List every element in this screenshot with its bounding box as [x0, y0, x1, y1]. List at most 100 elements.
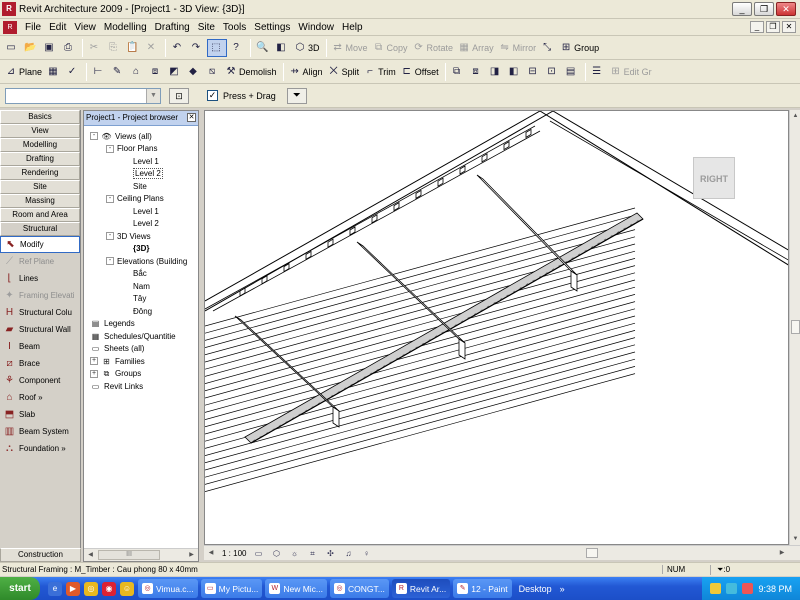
scroll-up-icon[interactable]: ▲	[790, 111, 800, 121]
paste-button[interactable]: 📋	[124, 39, 142, 57]
scroll-left-icon[interactable]: ◀	[206, 548, 216, 558]
tree-node[interactable]: Level 2	[84, 218, 198, 231]
undo-button[interactable]: ↶	[169, 39, 187, 57]
zoom-button[interactable]: 🔍	[254, 39, 272, 57]
menu-modelling[interactable]: Modelling	[100, 22, 151, 33]
tree-node[interactable]: {3D}	[84, 243, 198, 256]
tree-node[interactable]: Nam	[84, 280, 198, 293]
print-button[interactable]: ⎙	[60, 39, 78, 57]
browser-horizontal-scrollbar[interactable]: ◀ III ▶	[84, 548, 198, 561]
match-button[interactable]: ✎	[109, 63, 127, 81]
menu-help[interactable]: Help	[338, 22, 367, 33]
copy-clipboard-button[interactable]: ⧉	[449, 63, 467, 81]
task-vimua[interactable]: ◎ Vimua.c...	[138, 579, 198, 598]
ie-icon[interactable]: e	[48, 581, 62, 596]
task-paint[interactable]: ✎ 12 - Paint	[453, 579, 512, 598]
collapse-icon[interactable]: -	[106, 194, 114, 203]
menu-settings[interactable]: Settings	[250, 22, 294, 33]
tree-node[interactable]: ▭ Sheets (all)	[84, 343, 198, 356]
antivirus-icon[interactable]	[742, 583, 754, 594]
tool-beam[interactable]: I Beam	[0, 338, 80, 355]
tree-node[interactable]: ▭ Revit Links	[84, 380, 198, 393]
menu-window[interactable]: Window	[294, 22, 338, 33]
tree-node[interactable]: Bắc	[84, 268, 198, 281]
filter-button[interactable]: ⏷	[286, 87, 307, 104]
tool-framing-elevation[interactable]: ✦ Framing Elevati	[0, 287, 80, 304]
model-graphics-icon[interactable]: ⬡	[270, 548, 282, 559]
scroll-left-icon[interactable]: ◀	[85, 550, 96, 560]
browser-icon[interactable]: ◎	[84, 581, 98, 596]
tool-structural-wall[interactable]: ▰ Structural Wall	[0, 321, 80, 338]
demolish-button[interactable]: ⚒ Demolish	[223, 63, 279, 81]
delete-button[interactable]: ✕	[143, 39, 161, 57]
redo-button[interactable]: ↷	[188, 39, 206, 57]
expand-icon[interactable]: +	[90, 369, 98, 378]
array-button[interactable]: ▦ Array	[456, 39, 496, 57]
restore-button[interactable]: ❐	[754, 2, 774, 16]
offset-button[interactable]: ⊏ Offset	[399, 63, 441, 81]
tree-node[interactable]: -3D Views	[84, 230, 198, 243]
cut-geometry-button[interactable]: ◩	[166, 63, 184, 81]
tab-view[interactable]: View	[0, 124, 80, 138]
copy-element-button[interactable]: ⧉ Copy	[371, 39, 410, 57]
tool-foundation[interactable]: ⛬ Foundation »	[0, 440, 80, 457]
collapse-icon[interactable]: -	[106, 257, 114, 266]
open-button[interactable]: 📂	[22, 39, 40, 57]
document-icon[interactable]: R	[3, 20, 17, 34]
task-new-microsoft[interactable]: W New Mic...	[265, 579, 327, 598]
task-congt[interactable]: ◎ CONGT...	[330, 579, 389, 598]
tree-node[interactable]: - 👁 Views (all)	[84, 130, 198, 143]
hide-button[interactable]: ⊟	[525, 63, 543, 81]
tab-basics[interactable]: Basics	[0, 110, 80, 124]
tab-massing[interactable]: Massing	[0, 194, 80, 208]
menu-tools[interactable]: Tools	[219, 22, 250, 33]
unpin-button[interactable]: ◧	[506, 63, 524, 81]
media-icon[interactable]: ▶	[66, 581, 80, 596]
tab-structural[interactable]: Structural	[0, 222, 80, 236]
tab-modelling[interactable]: Modelling	[0, 138, 80, 152]
grid-button[interactable]: ▦	[45, 63, 63, 81]
dimension-button[interactable]: ⊢	[90, 63, 108, 81]
group-button[interactable]: ⊞ Group	[558, 39, 601, 57]
edit-group-button[interactable]: ⊞ Edit Gr	[608, 63, 654, 81]
shadows-icon[interactable]: ☼	[288, 548, 300, 559]
view-scale[interactable]: 1 : 100	[222, 549, 246, 558]
tool-structural-column[interactable]: H Structural Colu	[0, 304, 80, 321]
align-button[interactable]: ⇸ Align	[287, 63, 325, 81]
temporary-hide-icon[interactable]: ♫	[342, 548, 354, 559]
press-drag-checkbox[interactable]: ✓	[207, 90, 218, 101]
tool-roof[interactable]: ⌂ Roof »	[0, 389, 80, 406]
tree-node[interactable]: - Ceiling Plans	[84, 193, 198, 206]
collapse-icon[interactable]: -	[106, 232, 114, 241]
shading-button[interactable]: ◧	[273, 39, 291, 57]
collapse-icon[interactable]: -	[106, 144, 114, 153]
tree-node[interactable]: + ⊞ Families	[84, 355, 198, 368]
view-vertical-scrollbar[interactable]: ▲ ▼	[789, 110, 800, 545]
tab-drafting[interactable]: Drafting	[0, 152, 80, 166]
tool-modify[interactable]: ⬉ Modify	[0, 236, 80, 253]
tab-site[interactable]: Site	[0, 180, 80, 194]
tree-node[interactable]: Tây	[84, 293, 198, 306]
join-button[interactable]: ⧈	[147, 63, 165, 81]
reveal-button[interactable]: ▤	[563, 63, 581, 81]
tab-room-and-area[interactable]: Room and Area	[0, 208, 80, 222]
tool-lines[interactable]: ⌊ Lines	[0, 270, 80, 287]
tree-node[interactable]: ▤ Legends	[84, 318, 198, 331]
tree-node[interactable]: Level 2	[84, 168, 198, 181]
trim-button[interactable]: ⌐ Trim	[362, 63, 398, 81]
close-icon[interactable]: ✕	[187, 113, 196, 122]
scroll-thumb[interactable]	[586, 548, 598, 558]
split-face-button[interactable]: ⧅	[204, 63, 222, 81]
tag-button[interactable]: ⌂	[128, 63, 146, 81]
tree-node[interactable]: ▦ Schedules/Quantitie	[84, 330, 198, 343]
view-cube[interactable]: RIGHT	[693, 157, 735, 199]
show-crop-icon[interactable]: ✣	[324, 548, 336, 559]
app-icon[interactable]: ◉	[102, 581, 116, 596]
modify-toggle-button[interactable]: ⬚	[207, 38, 227, 57]
properties-list-button[interactable]: ☰	[589, 63, 607, 81]
paint-button[interactable]: ◆	[185, 63, 203, 81]
resize-button[interactable]: ⤡	[539, 39, 557, 57]
work-plane-button[interactable]: ⊿ Plane	[3, 63, 44, 81]
tree-node[interactable]: - Elevations (Building	[84, 255, 198, 268]
spell-button[interactable]: ✓	[64, 63, 82, 81]
